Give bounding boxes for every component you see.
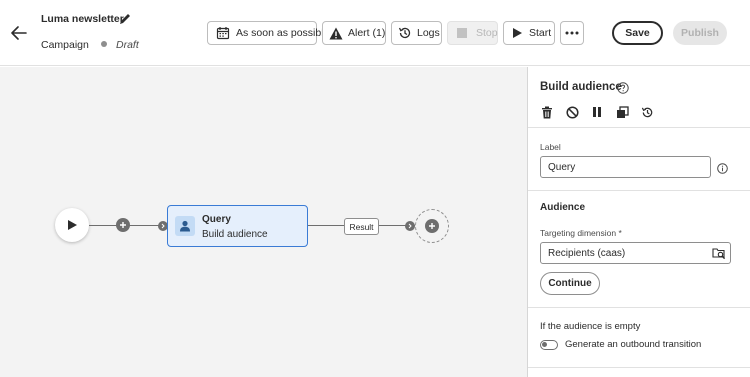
audience-section-title: Audience bbox=[540, 202, 586, 213]
label-field-label: Label bbox=[540, 142, 561, 152]
stop-icon bbox=[457, 28, 467, 38]
transition-label[interactable]: Result bbox=[344, 218, 379, 235]
history-icon[interactable] bbox=[640, 105, 654, 119]
empty-audience-label: If the audience is empty bbox=[540, 321, 641, 332]
panel-actions bbox=[540, 105, 654, 119]
add-activity-button[interactable] bbox=[116, 218, 130, 232]
query-node-subtitle: Build audience bbox=[202, 229, 268, 240]
logs-label: Logs bbox=[417, 27, 440, 39]
targeting-dimension-text: Targeting dimension bbox=[540, 228, 617, 238]
stop-button[interactable]: Stop bbox=[447, 21, 498, 45]
play-icon bbox=[68, 220, 77, 230]
divider bbox=[528, 307, 750, 308]
plus-icon bbox=[425, 219, 439, 233]
logs-button[interactable]: Logs bbox=[391, 21, 442, 45]
header-bar: Luma newsletter Campaign Draft As soon a… bbox=[0, 0, 750, 66]
targeting-dimension-input[interactable]: Recipients (caas) bbox=[540, 242, 708, 264]
disable-icon[interactable] bbox=[565, 105, 579, 119]
divider bbox=[528, 190, 750, 191]
campaign-title: Luma newsletter bbox=[41, 13, 124, 25]
schedule-button[interactable]: As soon as possible bbox=[207, 21, 329, 45]
outbound-transition-label: Generate an outbound transition bbox=[565, 339, 702, 350]
stop-label: Stop bbox=[476, 27, 498, 39]
calendar-icon bbox=[216, 27, 230, 40]
divider bbox=[528, 367, 750, 368]
toggle-knob bbox=[542, 342, 547, 347]
schedule-label: As soon as possible bbox=[236, 27, 330, 39]
panel-title: Build audience bbox=[540, 81, 622, 93]
start-label: Start bbox=[529, 27, 552, 39]
breadcrumb: Campaign bbox=[41, 39, 89, 51]
required-mark: * bbox=[618, 228, 622, 238]
warning-icon bbox=[329, 27, 343, 39]
back-arrow-icon[interactable] bbox=[9, 23, 29, 43]
publish-button[interactable]: Publish bbox=[673, 21, 727, 45]
info-icon[interactable] bbox=[717, 161, 728, 174]
start-button[interactable]: Start bbox=[503, 21, 555, 45]
connector-arrow-icon bbox=[405, 221, 415, 231]
label-input[interactable]: Query bbox=[540, 156, 711, 178]
outbound-transition-toggle[interactable] bbox=[540, 340, 558, 350]
divider bbox=[528, 127, 750, 128]
alert-label: Alert (1) bbox=[348, 27, 386, 39]
audience-icon bbox=[175, 216, 195, 236]
folder-search-icon bbox=[711, 247, 725, 259]
properties-panel: Build audience Label Query Audience Targ… bbox=[527, 67, 750, 377]
more-actions-button[interactable] bbox=[560, 21, 584, 45]
query-activity-node[interactable]: Query Build audience bbox=[167, 205, 308, 247]
pause-icon[interactable] bbox=[590, 105, 604, 119]
status-label: Draft bbox=[116, 39, 139, 51]
status-dot bbox=[101, 41, 107, 47]
play-icon bbox=[513, 28, 522, 38]
help-icon[interactable] bbox=[617, 81, 629, 94]
more-icon bbox=[565, 31, 579, 35]
copy-icon[interactable] bbox=[615, 105, 629, 119]
start-node[interactable] bbox=[55, 208, 89, 242]
plus-icon bbox=[120, 222, 126, 228]
targeting-dimension-picker-button[interactable] bbox=[707, 242, 731, 264]
pencil-icon[interactable] bbox=[118, 12, 132, 26]
continue-button[interactable]: Continue bbox=[540, 272, 600, 295]
add-activity-placeholder[interactable] bbox=[415, 209, 449, 243]
targeting-dimension-label: Targeting dimension * bbox=[540, 228, 622, 238]
save-button[interactable]: Save bbox=[612, 21, 663, 45]
delete-icon[interactable] bbox=[540, 105, 554, 119]
alert-button[interactable]: Alert (1) bbox=[322, 21, 386, 45]
query-node-title: Query bbox=[202, 214, 231, 225]
history-icon bbox=[398, 27, 411, 39]
